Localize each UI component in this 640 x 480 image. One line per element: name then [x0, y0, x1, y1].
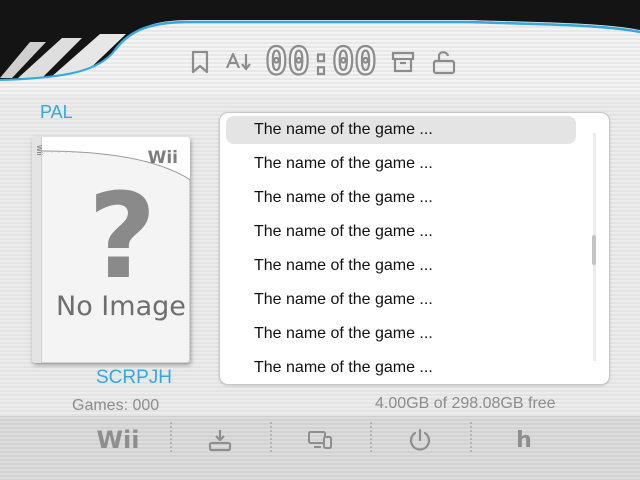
game-cover[interactable]: ????????????????????????????????????????…	[32, 137, 190, 363]
game-title: The name of the game ...	[254, 359, 433, 376]
free-space-label: 4.00GB of 298.08GB free	[375, 395, 556, 412]
sort-az-icon[interactable]	[224, 48, 252, 76]
power-button[interactable]	[372, 417, 468, 463]
game-title: The name of the game ...	[254, 223, 433, 240]
region-label: PAL	[40, 102, 73, 122]
power-icon	[409, 428, 431, 451]
question-mark-icon: ?	[88, 167, 157, 305]
cover-spine: Wii	[32, 137, 42, 363]
list-item[interactable]: The name of the game ...	[226, 150, 576, 178]
bottom-toolbar: Wii h	[0, 416, 640, 480]
cover-spine-brand: Wii	[35, 145, 42, 156]
game-list[interactable]: The name of the game ... The name of the…	[219, 112, 610, 385]
list-item[interactable]: The name of the game ...	[226, 320, 576, 348]
unlock-icon[interactable]	[430, 48, 458, 76]
install-icon	[208, 430, 232, 452]
game-title: The name of the game ...	[254, 155, 433, 172]
game-title: The name of the game ...	[254, 257, 433, 274]
game-title: The name of the game ...	[254, 121, 433, 138]
clock-display: 00:00	[264, 39, 378, 84]
cover-wii-logo: Wii	[147, 148, 178, 168]
homebrew-button[interactable]: h	[476, 417, 572, 463]
bookmark-icon[interactable]	[186, 48, 214, 76]
wii-label: Wii	[96, 426, 140, 454]
game-title: The name of the game ...	[254, 291, 433, 308]
list-item[interactable]: The name of the game ...	[226, 286, 576, 314]
archive-icon[interactable]	[389, 48, 417, 76]
no-image-caption: No Image	[56, 291, 186, 322]
device-settings-icon	[308, 431, 332, 449]
list-item[interactable]: The name of the game ...	[226, 116, 576, 144]
game-id: SCRPJH	[96, 367, 173, 388]
game-title: The name of the game ...	[254, 189, 433, 206]
homebrew-icon: h	[516, 427, 532, 453]
top-header: 00:00	[0, 0, 640, 96]
wii-menu-button[interactable]: Wii	[70, 417, 166, 463]
games-count: Games: 000	[72, 397, 160, 414]
list-item[interactable]: The name of the game ...	[226, 354, 576, 382]
list-item[interactable]: The name of the game ...	[226, 184, 576, 212]
toolbar-divider	[470, 422, 472, 452]
list-item[interactable]: The name of the game ...	[226, 252, 576, 280]
list-item[interactable]: The name of the game ...	[226, 218, 576, 246]
device-settings-button[interactable]	[272, 417, 368, 463]
scrollbar-thumb[interactable]	[592, 235, 596, 265]
install-button[interactable]	[172, 417, 268, 463]
game-title: The name of the game ...	[254, 325, 433, 342]
